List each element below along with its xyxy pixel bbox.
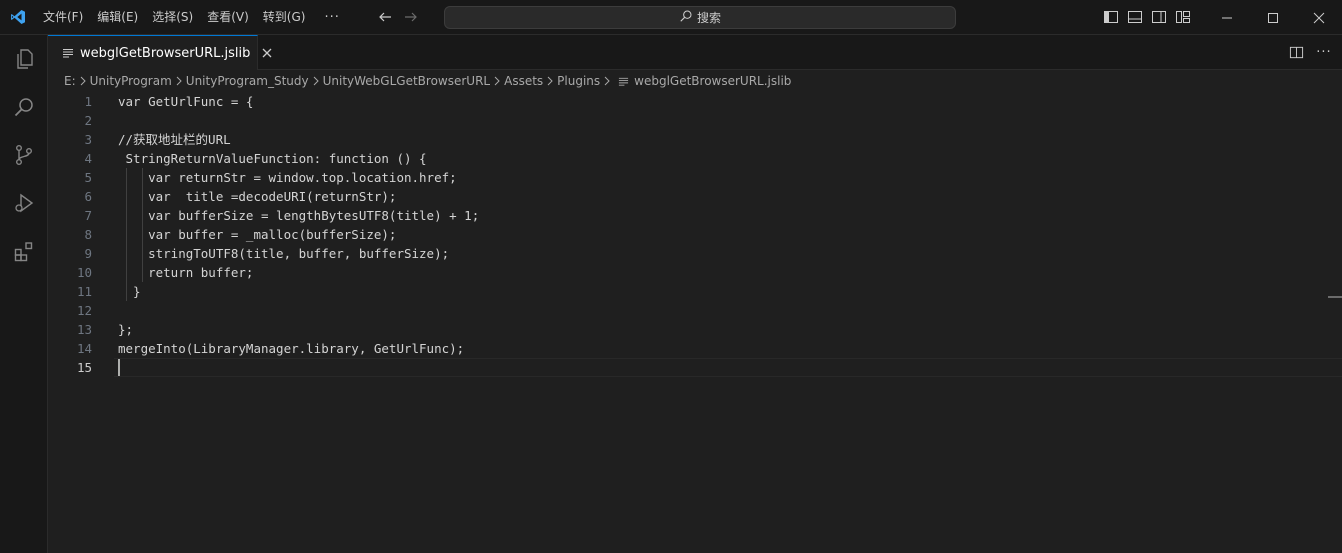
line-code[interactable]: return buffer;: [118, 263, 253, 282]
code-editor[interactable]: 1 var GetUrlFunc = {2 3//获取地址栏的URL 4 String…: [48, 92, 1342, 553]
menu-edit[interactable]: 编辑(E): [90, 0, 145, 35]
line-number: 6: [84, 189, 92, 204]
breadcrumb-unityprogram-study[interactable]: UnityProgram_Study: [186, 74, 309, 88]
menu-more[interactable]: ···: [312, 0, 351, 35]
activity-bar: [0, 35, 48, 553]
tab-webglgetbrowserurl[interactable]: webglGetBrowserURL.jslib: [48, 35, 272, 70]
line-code[interactable]: var bufferSize = lengthBytesUTF8(title) …: [118, 206, 479, 225]
toggle-panel-icon[interactable]: [1126, 8, 1144, 26]
line-number: 11: [76, 284, 92, 299]
code-line[interactable]: 9 stringToUTF8(title, buffer, bufferSize…: [48, 244, 1342, 263]
line-code[interactable]: stringToUTF8(title, buffer, bufferSize);: [118, 244, 449, 263]
more-actions-icon[interactable]: ···: [1316, 44, 1332, 60]
back-arrow-icon[interactable]: [372, 4, 398, 30]
menu-file[interactable]: 文件(F): [36, 0, 90, 35]
run-debug-icon[interactable]: [0, 179, 48, 227]
close-tab-icon[interactable]: [262, 44, 272, 62]
line-number: 4: [84, 151, 92, 166]
chevron-right-icon: [76, 74, 90, 88]
line-code[interactable]: StringReturnValueFunction: function () {: [118, 149, 427, 168]
breadcrumb-file[interactable]: webglGetBrowserURL.jslib: [618, 72, 791, 91]
code-line[interactable]: 8 var buffer = _malloc(bufferSize);: [48, 225, 1342, 244]
breadcrumb-plugins[interactable]: Plugins: [557, 74, 600, 88]
chevron-right-icon: [600, 74, 614, 88]
forward-arrow-icon[interactable]: [398, 4, 424, 30]
maximize-icon[interactable]: [1250, 0, 1296, 35]
toggle-secondary-sidebar-icon[interactable]: [1150, 8, 1168, 26]
line-code[interactable]: var returnStr = window.top.location.href…: [118, 168, 457, 187]
code-line[interactable]: 3 //获取地址栏的URL: [48, 130, 1342, 149]
menu-view[interactable]: 查看(V): [200, 0, 256, 35]
layout-controls: [1102, 8, 1192, 26]
toggle-primary-sidebar-icon[interactable]: [1102, 8, 1120, 26]
title-bar: 文件(F) 编辑(E) 选择(S) 查看(V) 转到(G) ··· 搜索: [0, 0, 1342, 35]
chevron-right-icon: [172, 74, 186, 88]
explorer-icon[interactable]: [0, 35, 48, 83]
minimize-icon[interactable]: [1204, 0, 1250, 35]
line-number: 8: [84, 227, 92, 242]
split-editor-icon[interactable]: [1288, 44, 1304, 60]
line-code[interactable]: }: [118, 282, 141, 301]
code-line[interactable]: 6 var title =decodeURI(returnStr);: [48, 187, 1342, 206]
command-center-search[interactable]: 搜索: [444, 6, 956, 29]
breadcrumb-project[interactable]: UnityWebGLGetBrowserURL: [323, 74, 491, 88]
line-code[interactable]: var GetUrlFunc = {: [118, 92, 253, 111]
navigation-arrows: [372, 4, 424, 30]
menu-selection[interactable]: 选择(S): [145, 0, 200, 35]
customize-layout-icon[interactable]: [1174, 8, 1192, 26]
file-lines-icon: [62, 44, 74, 63]
breadcrumb-file-label: webglGetBrowserURL.jslib: [634, 74, 792, 88]
code-line[interactable]: 11 }: [48, 282, 1342, 301]
line-number: 3: [84, 132, 92, 147]
editor-tab-bar: webglGetBrowserURL.jslib ···: [48, 35, 1342, 70]
line-number: 7: [84, 208, 92, 223]
menu-go[interactable]: 转到(G): [256, 0, 313, 35]
line-code[interactable]: var buffer = _malloc(bufferSize);: [118, 225, 396, 244]
source-control-icon[interactable]: [0, 131, 48, 179]
code-line[interactable]: 13};: [48, 320, 1342, 339]
line-number: 12: [76, 303, 92, 318]
line-number: 10: [76, 265, 92, 280]
code-line[interactable]: 5 var returnStr = window.top.location.hr…: [48, 168, 1342, 187]
search-view-icon[interactable]: [0, 83, 48, 131]
code-line[interactable]: 1 var GetUrlFunc = {: [48, 92, 1342, 111]
window-controls: [1204, 0, 1342, 35]
line-number: 13: [76, 322, 92, 337]
line-number: 5: [84, 170, 92, 185]
line-number: 9: [84, 246, 92, 261]
breadcrumb-assets[interactable]: Assets: [504, 74, 543, 88]
code-line[interactable]: 15: [48, 358, 1342, 377]
line-code[interactable]: };: [118, 320, 133, 339]
vscode-logo-icon: [0, 0, 36, 35]
menu-bar: 文件(F) 编辑(E) 选择(S) 查看(V) 转到(G) ···: [36, 0, 352, 35]
code-line[interactable]: 14 mergeInto(LibraryManager.library, GetU…: [48, 339, 1342, 358]
code-line[interactable]: 4 StringReturnValueFunction: function ()…: [48, 149, 1342, 168]
chevron-right-icon: [490, 74, 504, 88]
chevron-right-icon: [543, 74, 557, 88]
code-line[interactable]: 12: [48, 301, 1342, 320]
line-number: 1: [84, 94, 92, 109]
extensions-icon[interactable]: [0, 227, 48, 275]
search-label: 搜索: [696, 11, 721, 25]
code-line[interactable]: 10 return buffer;: [48, 263, 1342, 282]
line-code[interactable]: mergeInto(LibraryManager.library, GetUrl…: [118, 339, 464, 358]
search-icon: [679, 8, 693, 27]
line-code[interactable]: //获取地址栏的URL: [118, 130, 231, 149]
line-number: 14: [76, 341, 92, 356]
line-number: 2: [84, 113, 92, 128]
breadcrumb-drive[interactable]: E:: [64, 74, 76, 88]
tab-label: webglGetBrowserURL.jslib: [80, 45, 251, 61]
chevron-right-icon: [309, 74, 323, 88]
code-line[interactable]: 2: [48, 111, 1342, 130]
close-window-icon[interactable]: [1296, 0, 1342, 35]
line-number: 15: [76, 360, 92, 375]
editor-actions: ···: [1288, 44, 1332, 60]
code-line[interactable]: 7 var bufferSize = lengthBytesUTF8(title…: [48, 206, 1342, 225]
breadcrumb-unityprogram[interactable]: UnityProgram: [90, 74, 172, 88]
line-code[interactable]: var title =decodeURI(returnStr);: [118, 187, 396, 206]
breadcrumb: E: UnityProgram UnityProgram_Study Unity…: [48, 70, 1342, 92]
file-lines-icon: [618, 72, 629, 91]
